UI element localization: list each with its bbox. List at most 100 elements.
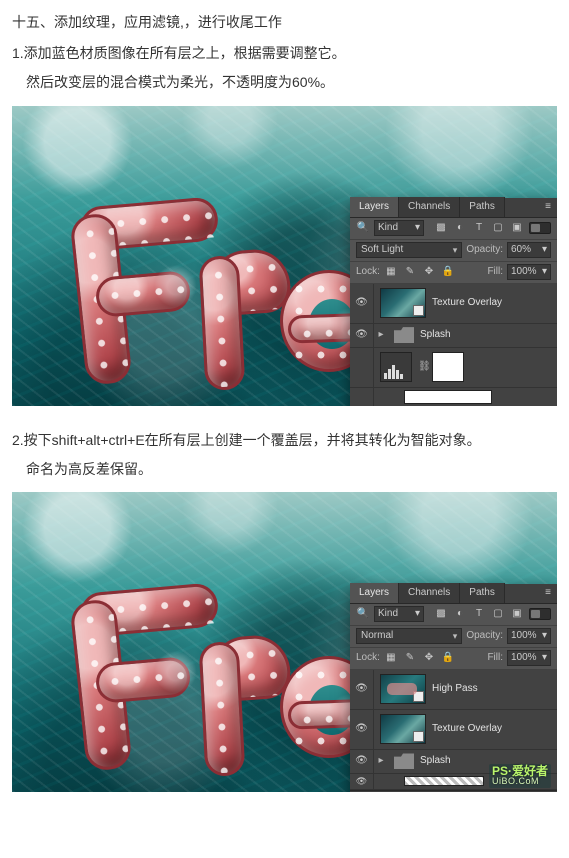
panel-footer: ⛓ fx ◧ ◐ ▣ ▦ 🗑 (350, 790, 557, 792)
layer-name-label: Splash (420, 326, 549, 344)
tab-paths[interactable]: Paths (460, 197, 505, 217)
layers-panel: Layers Channels Paths ≡ 🔍 Kind ▾ ▩ ◐ T ▢… (350, 198, 557, 406)
opacity-value-input[interactable]: 100% ▾ (507, 628, 551, 644)
chevron-down-icon: ▾ (542, 263, 547, 281)
lock-move-icon[interactable]: ✥ (422, 265, 436, 279)
layer-mask[interactable] (432, 352, 464, 382)
layer-mask-strip[interactable] (350, 388, 557, 406)
layers-list: 👁 Texture Overlay 👁 ▸ Splash ⛓ (350, 284, 557, 406)
layer-levels-adjustment[interactable]: ⛓ (350, 348, 557, 388)
lock-transparent-icon[interactable]: ▦ (384, 651, 398, 665)
figure-1: Layers Channels Paths ≡ 🔍 Kind ▾ ▩ ◐ T ▢… (12, 106, 557, 406)
panel-tabs: Layers Channels Paths ≡ (350, 198, 557, 218)
opacity-label: Opacity: (466, 241, 503, 259)
lock-all-icon[interactable]: 🔒 (441, 651, 455, 665)
tab-channels[interactable]: Channels (399, 583, 460, 603)
levels-icon (380, 352, 412, 382)
filter-toggle[interactable] (529, 608, 551, 620)
step2-line2: 命名为高反差保留。 (26, 457, 557, 482)
filter-smart-icon[interactable]: ▣ (510, 607, 524, 621)
chevron-down-icon: ▾ (453, 628, 458, 644)
chevron-right-icon[interactable]: ▸ (374, 326, 388, 344)
panel-menu-icon[interactable]: ≡ (539, 586, 557, 600)
chevron-down-icon: ▾ (415, 219, 420, 237)
layer-thumbnail[interactable] (380, 674, 426, 704)
layer-group-splash[interactable]: 👁 ▸ Splash (350, 324, 557, 348)
watermark: PS·爱好者 UiBO.CoM (489, 764, 551, 788)
mask-thumbnail (404, 390, 492, 404)
opacity-value-input[interactable]: 60% ▾ (507, 242, 551, 258)
blend-mode-dropdown[interactable]: Normal ▾ (356, 628, 462, 644)
eye-icon[interactable]: 👁 (355, 296, 369, 310)
section-title: 十五、添加纹理，应用滤镜,，进行收尾工作 (12, 10, 557, 35)
filter-adjust-icon[interactable]: ◐ (453, 221, 467, 235)
layer-name-label: Texture Overlay (432, 720, 549, 738)
blend-mode-value: Normal (361, 627, 393, 645)
filter-shape-icon[interactable]: ▢ (491, 607, 505, 621)
chevron-right-icon[interactable]: ▸ (374, 752, 388, 770)
layer-name-label: Texture Overlay (432, 294, 549, 312)
chevron-down-icon: ▾ (415, 605, 420, 623)
eye-icon[interactable]: 👁 (355, 774, 369, 788)
fill-label: Fill: (487, 263, 503, 281)
lock-brush-icon[interactable]: ✎ (403, 265, 417, 279)
filter-pixel-icon[interactable]: ▩ (434, 221, 448, 235)
lock-brush-icon[interactable]: ✎ (403, 651, 417, 665)
filter-kind-label: Kind (378, 605, 398, 623)
step1-line1: 1.添加蓝色材质图像在所有层之上，根据需要调整它。 (12, 41, 557, 66)
blend-row: Soft Light ▾ Opacity: 60% ▾ (350, 240, 557, 262)
chevron-down-icon: ▾ (542, 649, 547, 667)
search-icon: 🔍 (356, 607, 370, 621)
filter-text-icon[interactable]: T (472, 221, 486, 235)
fill-value-input[interactable]: 100% ▾ (507, 650, 551, 666)
link-icon[interactable]: ⛓ (418, 358, 428, 376)
opacity-value: 100% (511, 627, 537, 645)
layer-high-pass[interactable]: 👁 High Pass (350, 670, 557, 710)
eye-icon[interactable]: 👁 (355, 328, 369, 342)
blend-mode-value: Soft Light (361, 241, 403, 259)
figure-2: Layers Channels Paths ≡ 🔍 Kind ▾ ▩ ◐ T ▢… (12, 492, 557, 792)
layer-name-label: High Pass (432, 680, 549, 698)
filter-shape-icon[interactable]: ▢ (491, 221, 505, 235)
fill-value: 100% (511, 649, 537, 667)
chevron-down-icon: ▾ (453, 242, 458, 258)
tab-layers[interactable]: Layers (350, 583, 399, 603)
layer-texture-overlay[interactable]: 👁 Texture Overlay (350, 284, 557, 324)
fill-value: 100% (511, 263, 537, 281)
step1-line2: 然后改变层的混合模式为柔光，不透明度为60%。 (26, 70, 557, 95)
tab-channels[interactable]: Channels (399, 197, 460, 217)
eye-icon[interactable]: 👁 (355, 754, 369, 768)
opacity-value: 60% (511, 241, 531, 259)
tab-paths[interactable]: Paths (460, 583, 505, 603)
layer-thumbnail[interactable] (380, 288, 426, 318)
layer-thumbnail[interactable] (380, 714, 426, 744)
blend-mode-dropdown[interactable]: Soft Light ▾ (356, 242, 462, 258)
fill-label: Fill: (487, 649, 503, 667)
tab-layers[interactable]: Layers (350, 197, 399, 217)
filter-row: 🔍 Kind ▾ ▩ ◐ T ▢ ▣ (350, 218, 557, 240)
filter-text-icon[interactable]: T (472, 607, 486, 621)
opacity-label: Opacity: (466, 627, 503, 645)
lock-transparent-icon[interactable]: ▦ (384, 265, 398, 279)
eye-icon[interactable]: 👁 (355, 682, 369, 696)
eye-icon[interactable]: 👁 (355, 722, 369, 736)
lock-move-icon[interactable]: ✥ (422, 651, 436, 665)
filter-row: 🔍 Kind ▾ ▩ ◐ T ▢ ▣ (350, 604, 557, 626)
filter-adjust-icon[interactable]: ◐ (453, 607, 467, 621)
panel-menu-icon[interactable]: ≡ (539, 200, 557, 214)
fill-value-input[interactable]: 100% ▾ (507, 264, 551, 280)
filter-pixel-icon[interactable]: ▩ (434, 607, 448, 621)
panel-tabs: Layers Channels Paths ≡ (350, 584, 557, 604)
lock-all-icon[interactable]: 🔒 (441, 265, 455, 279)
transparency-strip (404, 776, 484, 786)
filter-kind-dropdown[interactable]: Kind ▾ (374, 220, 424, 236)
layers-panel: Layers Channels Paths ≡ 🔍 Kind ▾ ▩ ◐ T ▢… (350, 584, 557, 792)
lock-row: Lock: ▦ ✎ ✥ 🔒 Fill: 100% ▾ (350, 262, 557, 284)
layer-texture-overlay[interactable]: 👁 Texture Overlay (350, 710, 557, 750)
filter-kind-label: Kind (378, 219, 398, 237)
filter-kind-dropdown[interactable]: Kind ▾ (374, 606, 424, 622)
filter-toggle[interactable] (529, 222, 551, 234)
filter-smart-icon[interactable]: ▣ (510, 221, 524, 235)
lock-label: Lock: (356, 263, 380, 281)
folder-icon (394, 327, 414, 343)
